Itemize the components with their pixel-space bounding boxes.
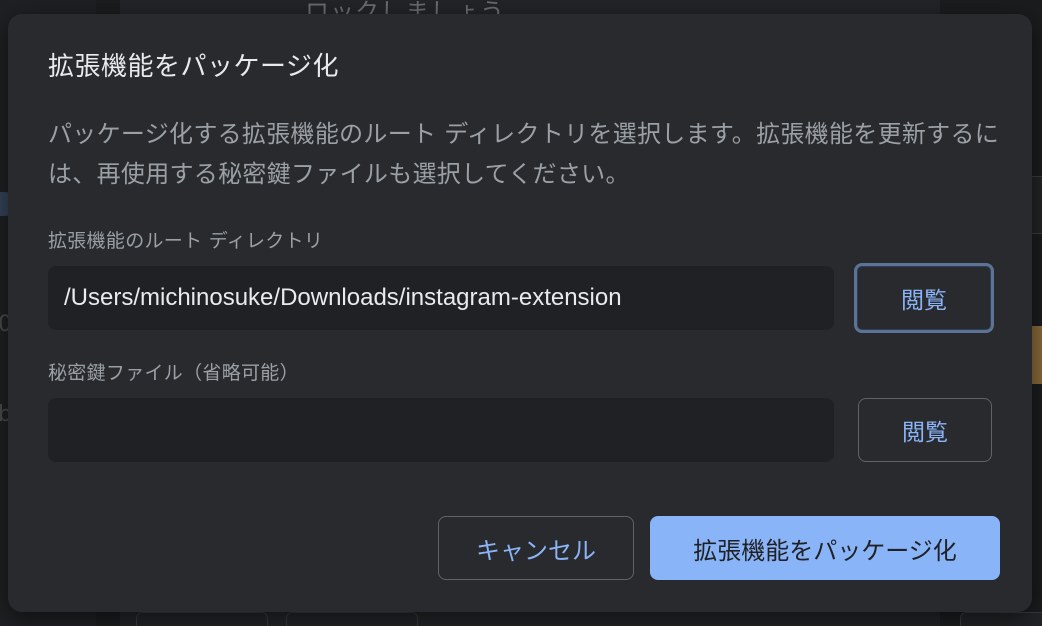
dialog-title: 拡張機能をパッケージ化 xyxy=(48,52,339,82)
cancel-button[interactable]: キャンセル xyxy=(438,516,634,580)
root-directory-input[interactable] xyxy=(48,266,834,330)
private-key-label: 秘密鍵ファイル（省略可能） xyxy=(48,362,299,384)
private-key-browse-button[interactable]: 閲覧 xyxy=(858,398,992,462)
dialog-description: パッケージ化する拡張機能のルート ディレクトリを選択します。拡張機能を更新するに… xyxy=(48,120,1000,188)
root-directory-label: 拡張機能のルート ディレクトリ xyxy=(48,230,324,252)
private-key-input[interactable] xyxy=(48,398,834,462)
pack-extension-button[interactable]: 拡張機能をパッケージ化 xyxy=(650,516,1000,580)
background-card xyxy=(136,612,268,626)
root-directory-browse-button[interactable]: 閲覧 xyxy=(854,263,994,333)
pack-extension-dialog: 拡張機能をパッケージ化 パッケージ化する拡張機能のルート ディレクトリを選択しま… xyxy=(8,14,1032,612)
background-card xyxy=(960,612,1042,626)
background-card xyxy=(286,612,418,626)
